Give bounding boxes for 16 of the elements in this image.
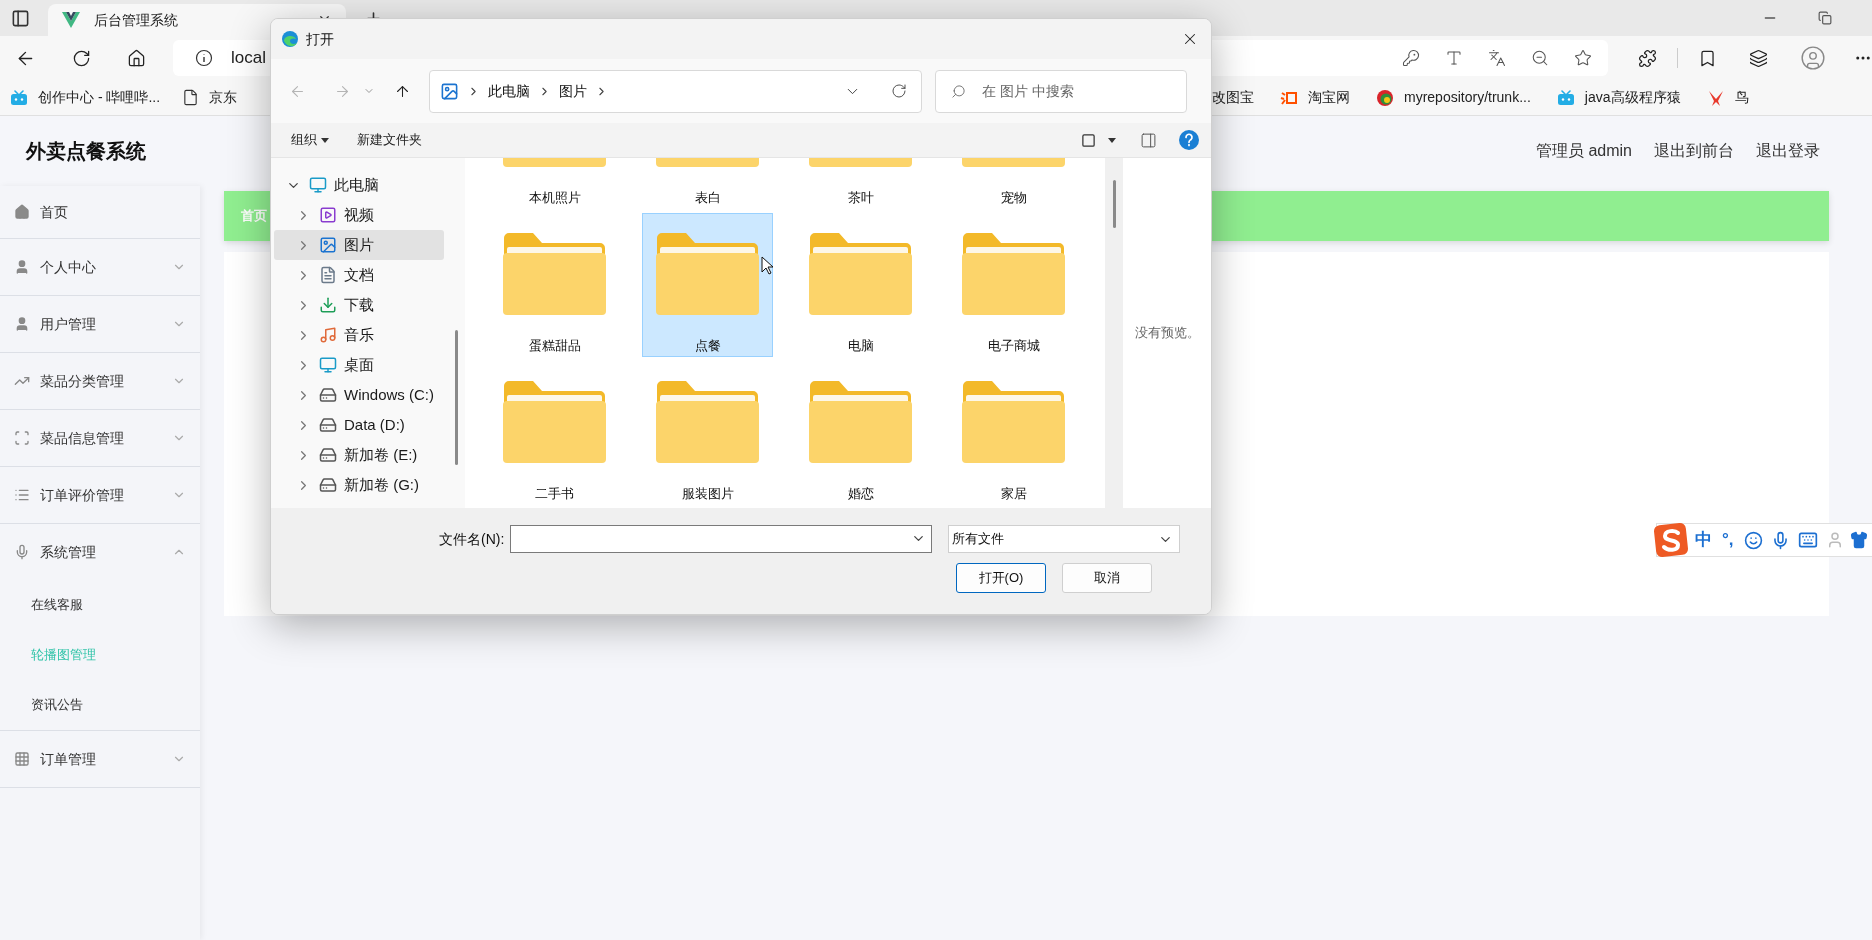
filename-label: 文件名(N):	[439, 529, 505, 549]
tree-item-label: 新加卷 (G:)	[344, 474, 419, 495]
tree-item-label: 桌面	[344, 354, 374, 375]
tree-item-label: 新加卷 (E:)	[344, 444, 418, 465]
tree-item-label: 图片	[344, 234, 374, 255]
tree-item-label: 此电脑	[334, 174, 379, 195]
address-text: local	[231, 47, 266, 70]
tree-item-label: 音乐	[344, 324, 374, 345]
tree-item-label: 视频	[344, 204, 374, 225]
tree-item-label: Windows (C:)	[344, 384, 434, 405]
tree-item-label: 下载	[344, 294, 374, 315]
tree-item-label: Data (D:)	[344, 414, 405, 435]
tab-title: 后台管理系统	[94, 10, 178, 30]
tree-item-label: 文档	[344, 264, 374, 285]
app-title: 外卖点餐系统	[26, 139, 146, 164]
no-preview-text: 没有预览。	[1134, 324, 1200, 343]
